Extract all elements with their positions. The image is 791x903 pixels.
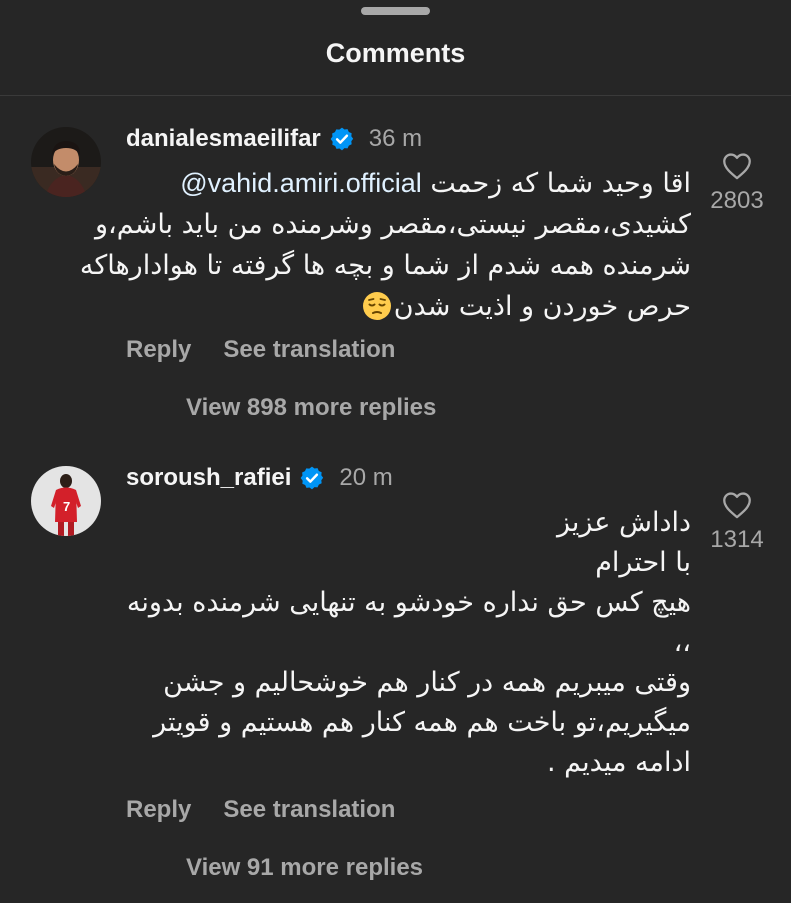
mention-link[interactable]: @vahid.amiri.official bbox=[180, 168, 422, 198]
comment-text: داداش عزیز با احترام هیچ کس حق نداره خود… bbox=[126, 503, 691, 783]
avatar[interactable]: 7 bbox=[31, 466, 101, 536]
avatar[interactable] bbox=[31, 127, 101, 197]
comment-line: ،، bbox=[673, 627, 691, 658]
see-translation-button[interactable]: See translation bbox=[223, 796, 395, 824]
comment-line: با احترام bbox=[595, 547, 691, 578]
comment-line: وقتی میبریم همه در کنار هم خوشحالیم و جش… bbox=[163, 667, 691, 698]
verified-badge-icon bbox=[299, 465, 325, 491]
comment-text: اقا وحید شما که زحمت @vahid.amiri.offici… bbox=[79, 163, 691, 333]
pensive-face-emoji-icon bbox=[362, 291, 392, 333]
comment-line: داداش عزیز bbox=[556, 507, 691, 538]
page-title: Comments bbox=[325, 38, 466, 68]
sheet-grabber-handle[interactable] bbox=[361, 7, 430, 15]
view-more-replies-button[interactable]: View 898 more replies bbox=[186, 394, 436, 422]
like-control: 2803 bbox=[700, 152, 774, 215]
comment-line: شرمنده همه شدم از شما و بچه ها گرفته تا … bbox=[79, 250, 691, 281]
comment-line: کشیدی،مقصر نیستی،مقصر وشرمنده من باید با… bbox=[94, 209, 691, 240]
comment-line-text: حرص خوردن و اذیت شدن bbox=[393, 291, 691, 322]
see-translation-button[interactable]: See translation bbox=[223, 336, 395, 364]
comment-time: 36 m bbox=[368, 125, 423, 152]
comment-line: ادامه میدیم . bbox=[547, 747, 691, 778]
reply-button[interactable]: Reply bbox=[126, 336, 191, 364]
comment-line: حرص خوردن و اذیت شدن bbox=[126, 286, 691, 333]
verified-badge-icon bbox=[329, 126, 355, 152]
like-control: 1314 bbox=[700, 491, 774, 554]
reply-button[interactable]: Reply bbox=[126, 796, 191, 824]
heart-icon[interactable] bbox=[721, 491, 753, 519]
heart-icon[interactable] bbox=[721, 152, 753, 180]
view-more-replies-button[interactable]: View 91 more replies bbox=[186, 854, 423, 882]
comment-line: اقا وحید شما که زحمت @vahid.amiri.offici… bbox=[126, 163, 691, 204]
comment-username[interactable]: danialesmaeilifar bbox=[126, 125, 321, 153]
comment-time: 20 m bbox=[339, 464, 393, 491]
like-count: 1314 bbox=[710, 526, 764, 553]
comment-line-text: اقا وحید شما که زحمت bbox=[430, 168, 691, 199]
comment-line: میگیریم،تو باخت هم همه کنار هم هستیم و ق… bbox=[153, 707, 691, 738]
comment-username[interactable]: soroush_rafiei bbox=[126, 464, 291, 492]
header-divider bbox=[0, 95, 791, 96]
like-count: 2803 bbox=[710, 187, 764, 214]
svg-text:7: 7 bbox=[63, 499, 70, 514]
comment-line: هیچ کس حق نداره خودشو به تنهایی شرمنده ب… bbox=[126, 587, 691, 618]
